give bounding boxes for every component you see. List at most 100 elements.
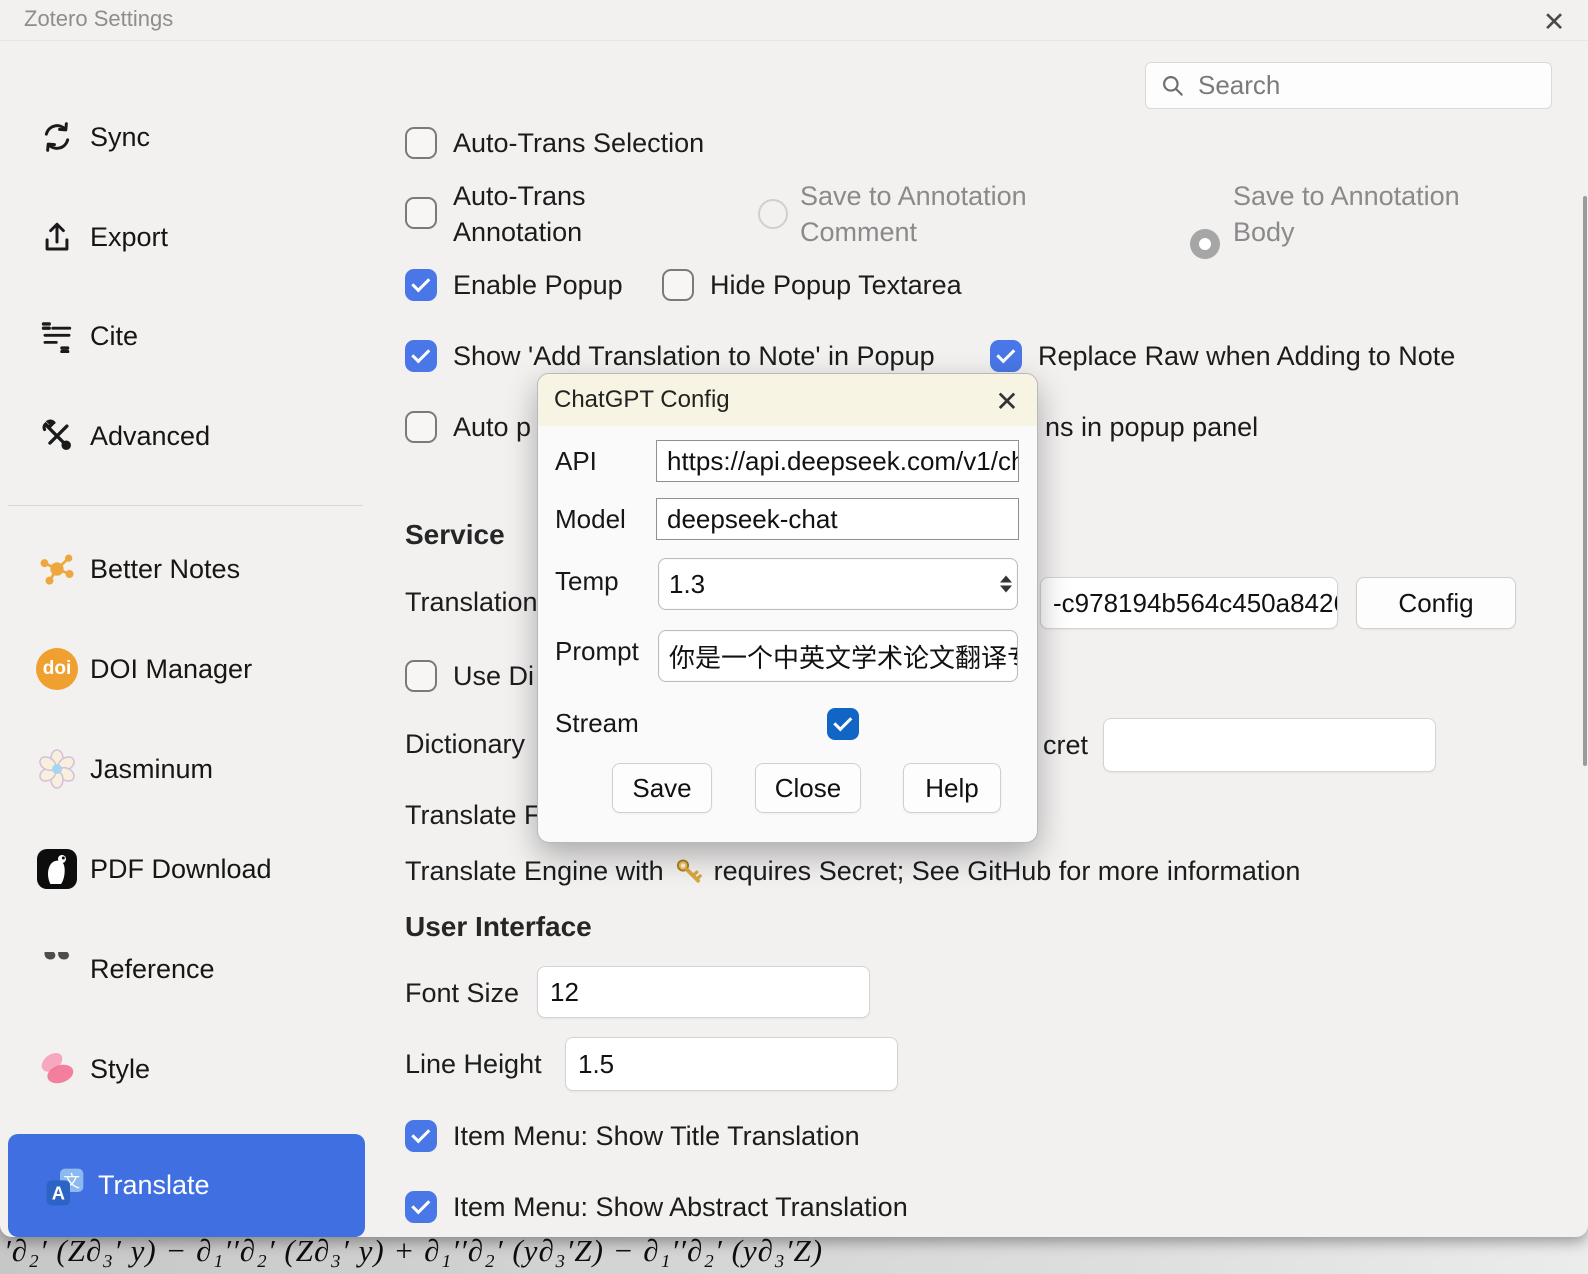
config-button[interactable]: Config: [1356, 577, 1516, 629]
doi-badge-text: doi: [43, 658, 72, 680]
api-input[interactable]: https://api.deepseek.com/v1/ch: [656, 440, 1019, 482]
auto-trans-annotation-label: Auto-Trans Annotation: [453, 178, 586, 250]
sidebar-item-better-notes[interactable]: Better Notes: [0, 545, 365, 593]
dialog-title: ChatGPT Config: [554, 386, 730, 414]
chatgpt-config-dialog: ChatGPT Config ✕ API https://api.deepsee…: [537, 373, 1038, 843]
save-to-annotation-body-label: Save to Annotation Body: [1233, 178, 1460, 250]
translation-secret-input[interactable]: -c978194b564c450a8426: [1040, 577, 1338, 629]
font-size-input[interactable]: 12: [537, 966, 870, 1018]
item-menu-abstract-label: Item Menu: Show Abstract Translation: [453, 1192, 908, 1223]
sidebar-item-sync[interactable]: Sync: [0, 113, 365, 161]
background-document: ′∂₂′ (Z∂₃′ y) − ∂₁′′∂₂′ (Z∂₃′ y) + ∂₁′′∂…: [0, 1237, 1588, 1274]
better-notes-icon: [34, 546, 80, 592]
translation-label: Translation: [405, 587, 538, 618]
sidebar-item-label: Translate: [98, 1170, 210, 1201]
temp-value: 1.3: [669, 569, 705, 600]
sidebar-item-advanced[interactable]: Advanced: [0, 412, 365, 460]
secret-label-fragment: cret: [1043, 730, 1088, 761]
item-menu-title-label: Item Menu: Show Title Translation: [453, 1121, 860, 1152]
quote-glyph: “: [42, 952, 73, 986]
temp-spinner[interactable]: [1000, 576, 1012, 593]
dictionary-label: Dictionary: [405, 729, 525, 760]
key-icon: [674, 857, 704, 887]
close-button[interactable]: Close: [755, 763, 861, 813]
popup-panel-label-fragment: ns in popup panel: [1045, 412, 1258, 443]
translate-f-label-fragment: Translate F: [405, 800, 541, 831]
style-petals-icon: [34, 1046, 80, 1092]
line-height-input[interactable]: 1.5: [565, 1037, 898, 1091]
auto-trans-annotation-checkbox[interactable]: [405, 197, 437, 229]
service-section-header: Service: [405, 519, 505, 551]
zotero-settings-window: Zotero Settings ✕ Search Sync Export: [0, 0, 1588, 1237]
sidebar-item-reference[interactable]: “ Reference: [0, 945, 365, 993]
api-label: API: [555, 446, 597, 477]
hide-popup-textarea-label: Hide Popup Textarea: [710, 270, 962, 301]
auto-trans-selection-label: Auto-Trans Selection: [453, 128, 704, 159]
engine-note: Translate Engine with requires Secret; S…: [405, 856, 1300, 887]
window-title: Zotero Settings: [24, 6, 173, 32]
doi-icon: doi: [34, 646, 80, 692]
item-menu-abstract-checkbox[interactable]: [405, 1191, 437, 1223]
prompt-label: Prompt: [555, 636, 639, 667]
use-dict-checkbox[interactable]: [405, 660, 437, 692]
sidebar-item-label: Advanced: [90, 421, 210, 452]
save-to-annotation-comment-radio[interactable]: [758, 199, 788, 229]
vertical-scrollbar[interactable]: [1583, 196, 1587, 766]
sidebar-item-label: Sync: [90, 122, 150, 153]
auto-trans-annotation-line2: Annotation: [453, 214, 586, 250]
dialog-titlebar[interactable]: ChatGPT Config: [538, 374, 1037, 426]
show-add-translation-checkbox[interactable]: [405, 340, 437, 372]
enable-popup-checkbox[interactable]: [405, 269, 437, 301]
user-interface-section-header: User Interface: [405, 911, 592, 943]
save-body-line2: Body: [1233, 214, 1460, 250]
model-input[interactable]: deepseek-chat: [656, 498, 1019, 540]
pdf-download-penguin-icon: [34, 846, 80, 892]
stream-label: Stream: [555, 708, 639, 739]
sync-icon: [34, 114, 80, 160]
use-dict-label-fragment: Use Di: [453, 661, 534, 692]
temp-label: Temp: [555, 566, 619, 597]
sidebar-item-label: Jasminum: [90, 754, 213, 785]
sidebar-item-label: Reference: [90, 954, 215, 985]
sidebar-item-style[interactable]: Style: [0, 1045, 365, 1093]
sidebar-item-label: DOI Manager: [90, 654, 252, 685]
line-height-label: Line Height: [405, 1049, 542, 1080]
save-button[interactable]: Save: [612, 763, 712, 813]
sidebar-item-translate-selected[interactable]: 文 A Translate: [8, 1134, 365, 1237]
auto-trans-selection-checkbox[interactable]: [405, 127, 437, 159]
cite-icon: [34, 313, 80, 359]
sidebar-item-label: Cite: [90, 321, 138, 352]
replace-raw-checkbox[interactable]: [990, 340, 1022, 372]
replace-raw-label: Replace Raw when Adding to Note: [1038, 341, 1455, 372]
save-comment-line1: Save to Annotation: [800, 178, 1027, 214]
item-menu-title-checkbox[interactable]: [405, 1120, 437, 1152]
temp-input[interactable]: 1.3: [658, 558, 1018, 610]
prompt-input[interactable]: 你是一个中英文学术论文翻译专: [658, 630, 1018, 682]
auto-trans-annotation-line1: Auto-Trans: [453, 178, 586, 214]
window-close-icon[interactable]: ✕: [1534, 4, 1574, 40]
sidebar-item-export[interactable]: Export: [0, 213, 365, 261]
sidebar-item-cite[interactable]: Cite: [0, 312, 365, 360]
save-comment-line2: Comment: [800, 214, 1027, 250]
search-icon: [1160, 73, 1186, 99]
sidebar-item-pdf-download[interactable]: PDF Download: [0, 845, 365, 893]
auto-popup-checkbox[interactable]: [405, 411, 437, 443]
auto-popup-label-fragment: Auto p: [453, 412, 531, 443]
dictionary-secret-input[interactable]: [1103, 718, 1436, 772]
hide-popup-textarea-checkbox[interactable]: [662, 269, 694, 301]
search-input[interactable]: Search: [1145, 62, 1552, 109]
sidebar-item-label: Better Notes: [90, 554, 240, 585]
engine-note-pre: Translate Engine with: [405, 856, 664, 887]
svg-text:A: A: [52, 1183, 65, 1204]
sidebar-item-doi-manager[interactable]: doi DOI Manager: [0, 645, 365, 693]
sidebar-item-jasminum[interactable]: Jasminum: [0, 745, 365, 793]
save-to-annotation-body-radio[interactable]: [1190, 229, 1220, 259]
help-button[interactable]: Help: [903, 763, 1001, 813]
background-math-formula: ′∂₂′ (Z∂₃′ y) − ∂₁′′∂₂′ (Z∂₃′ y) + ∂₁′′∂…: [4, 1233, 823, 1269]
save-to-annotation-comment-label: Save to Annotation Comment: [800, 178, 1027, 250]
font-size-label: Font Size: [405, 978, 519, 1009]
dialog-close-icon[interactable]: ✕: [987, 382, 1027, 420]
export-icon: [34, 214, 80, 260]
stream-checkbox[interactable]: [827, 708, 859, 740]
model-label: Model: [555, 504, 626, 535]
